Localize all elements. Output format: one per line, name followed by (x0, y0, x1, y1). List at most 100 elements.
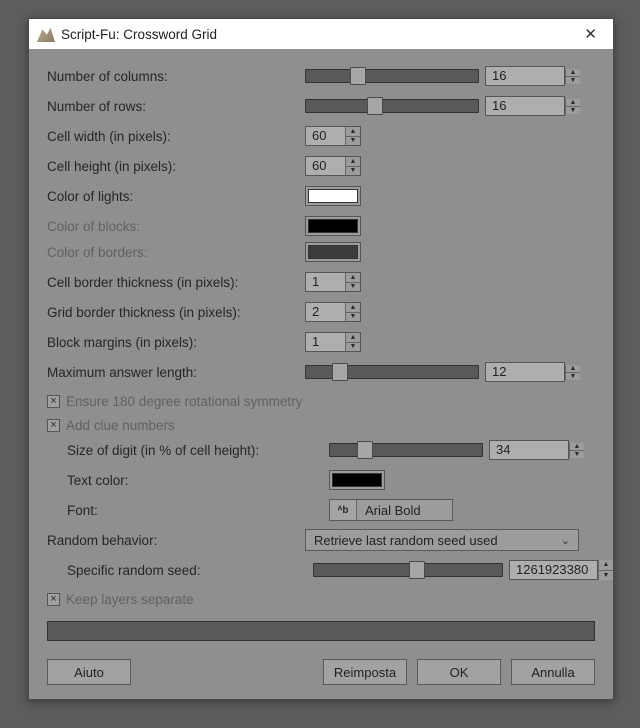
value-block-margins: 1 (306, 333, 345, 351)
spin-down-icon[interactable]: ▼ (346, 283, 360, 292)
label-keep-layers: Keep layers separate (66, 592, 194, 607)
label-font: Font: (67, 503, 329, 518)
spinners-cell-height[interactable]: ▲ ▼ (345, 157, 360, 175)
spinners-seed[interactable]: ▲ ▼ (598, 560, 613, 580)
spin-up-icon[interactable]: ▲ (566, 99, 580, 107)
spin-up-icon[interactable]: ▲ (346, 127, 360, 137)
spin-down-icon[interactable]: ▼ (346, 137, 360, 146)
slider-rows[interactable] (305, 99, 479, 113)
spinners-cell-border-thick[interactable]: ▲ ▼ (345, 273, 360, 291)
input-cell-height[interactable]: 60 ▲ ▼ (305, 156, 361, 176)
color-lights-button[interactable] (305, 186, 361, 206)
row-cell-width: Cell width (in pixels): 60 ▲ ▼ (47, 125, 595, 147)
spin-down-icon[interactable]: ▼ (599, 571, 613, 581)
value-max-answer[interactable]: 12 (485, 362, 565, 382)
label-cell-border-thick: Cell border thickness (in pixels): (47, 275, 305, 290)
spin-up-icon[interactable]: ▲ (599, 560, 613, 571)
spin-up-icon[interactable]: ▲ (346, 333, 360, 343)
checkbox-icon[interactable]: × (47, 395, 60, 408)
value-digit-pct[interactable]: 34 (489, 440, 569, 460)
value-digit-pct-text: 34 (490, 441, 568, 459)
checkbox-icon[interactable]: × (47, 419, 60, 432)
spinners-block-margins[interactable]: ▲ ▼ (345, 333, 360, 351)
button-bar: Aiuto Reimposta OK Annulla (47, 659, 595, 685)
slider-columns[interactable] (305, 69, 479, 83)
spinners-max-answer[interactable]: ▲ ▼ (565, 365, 580, 380)
checkbox-icon[interactable]: × (47, 593, 60, 606)
value-grid-border-thick: 2 (306, 303, 345, 321)
spinners-grid-border-thick[interactable]: ▲ ▼ (345, 303, 360, 321)
label-rows: Number of rows: (47, 99, 305, 114)
value-rows[interactable]: 16 (485, 96, 565, 116)
value-max-answer-text: 12 (486, 363, 564, 381)
label-text-color: Text color: (67, 473, 329, 488)
value-cell-width: 60 (306, 127, 345, 145)
color-borders-button[interactable] (305, 242, 361, 262)
label-color-borders: Color of borders: (47, 245, 305, 260)
label-digit-pct: Size of digit (in % of cell height): (67, 443, 329, 458)
spin-down-icon[interactable]: ▼ (566, 107, 580, 114)
ok-button[interactable]: OK (417, 659, 501, 685)
label-columns: Number of columns: (47, 69, 305, 84)
spin-down-icon[interactable]: ▼ (346, 343, 360, 352)
spinners-columns[interactable]: ▲ ▼ (565, 69, 580, 84)
input-block-margins[interactable]: 1 ▲ ▼ (305, 332, 361, 352)
row-digit-pct: Size of digit (in % of cell height): 34 … (47, 439, 595, 461)
spinners-digit-pct[interactable]: ▲ ▼ (569, 443, 584, 458)
check-add-clues[interactable]: × Add clue numbers (47, 415, 595, 435)
row-font: Font: ᴬb Arial Bold (47, 499, 595, 521)
spin-down-icon[interactable]: ▼ (570, 451, 584, 458)
input-cell-border-thick[interactable]: 1 ▲ ▼ (305, 272, 361, 292)
spin-up-icon[interactable]: ▲ (346, 303, 360, 313)
label-ensure-symmetry: Ensure 180 degree rotational symmetry (66, 394, 302, 409)
input-grid-border-thick[interactable]: 2 ▲ ▼ (305, 302, 361, 322)
color-text-button[interactable] (329, 470, 385, 490)
slider-thumb[interactable] (332, 363, 348, 381)
slider-thumb[interactable] (350, 67, 366, 85)
slider-max-answer[interactable] (305, 365, 479, 379)
font-icon: ᴬb (330, 500, 357, 520)
label-add-clues: Add clue numbers (66, 418, 175, 433)
value-columns-text: 16 (486, 67, 564, 85)
spin-down-icon[interactable]: ▼ (566, 77, 580, 84)
label-max-answer: Maximum answer length: (47, 365, 305, 380)
gimp-icon (37, 26, 55, 42)
value-seed[interactable]: 1261923380 (509, 560, 598, 580)
value-rows-text: 16 (486, 97, 564, 115)
spin-up-icon[interactable]: ▲ (346, 157, 360, 167)
check-keep-layers[interactable]: × Keep layers separate (47, 589, 595, 609)
help-button[interactable]: Aiuto (47, 659, 131, 685)
dropdown-random-behavior[interactable]: Retrieve last random seed used ⌄ (305, 529, 579, 551)
slider-seed[interactable] (313, 563, 503, 577)
spin-up-icon[interactable]: ▲ (566, 69, 580, 77)
slider-thumb[interactable] (409, 561, 425, 579)
spin-up-icon[interactable]: ▲ (570, 443, 584, 451)
spin-up-icon[interactable]: ▲ (346, 273, 360, 283)
spin-down-icon[interactable]: ▼ (346, 167, 360, 176)
label-random-behavior: Random behavior: (47, 533, 305, 548)
close-icon[interactable]: ✕ (578, 23, 603, 45)
row-random-behavior: Random behavior: Retrieve last random se… (47, 529, 595, 551)
slider-thumb[interactable] (357, 441, 373, 459)
spin-up-icon[interactable]: ▲ (566, 365, 580, 373)
label-cell-width: Cell width (in pixels): (47, 129, 305, 144)
row-color-borders: Color of borders: (47, 241, 595, 263)
color-blocks-button[interactable] (305, 216, 361, 236)
dropdown-text: Retrieve last random seed used (314, 533, 498, 548)
row-text-color: Text color: (47, 469, 595, 491)
spinners-cell-width[interactable]: ▲ ▼ (345, 127, 360, 145)
slider-thumb[interactable] (367, 97, 383, 115)
spin-down-icon[interactable]: ▼ (566, 373, 580, 380)
input-cell-width[interactable]: 60 ▲ ▼ (305, 126, 361, 146)
spinners-rows[interactable]: ▲ ▼ (565, 99, 580, 114)
slider-digit-pct[interactable] (329, 443, 483, 457)
spin-down-icon[interactable]: ▼ (346, 313, 360, 322)
value-columns[interactable]: 16 (485, 66, 565, 86)
font-button[interactable]: ᴬb Arial Bold (329, 499, 453, 521)
reset-button[interactable]: Reimposta (323, 659, 407, 685)
cancel-button[interactable]: Annulla (511, 659, 595, 685)
label-block-margins: Block margins (in pixels): (47, 335, 305, 350)
check-ensure-symmetry[interactable]: × Ensure 180 degree rotational symmetry (47, 391, 595, 411)
label-color-blocks: Color of blocks: (47, 219, 305, 234)
font-name: Arial Bold (357, 503, 429, 518)
